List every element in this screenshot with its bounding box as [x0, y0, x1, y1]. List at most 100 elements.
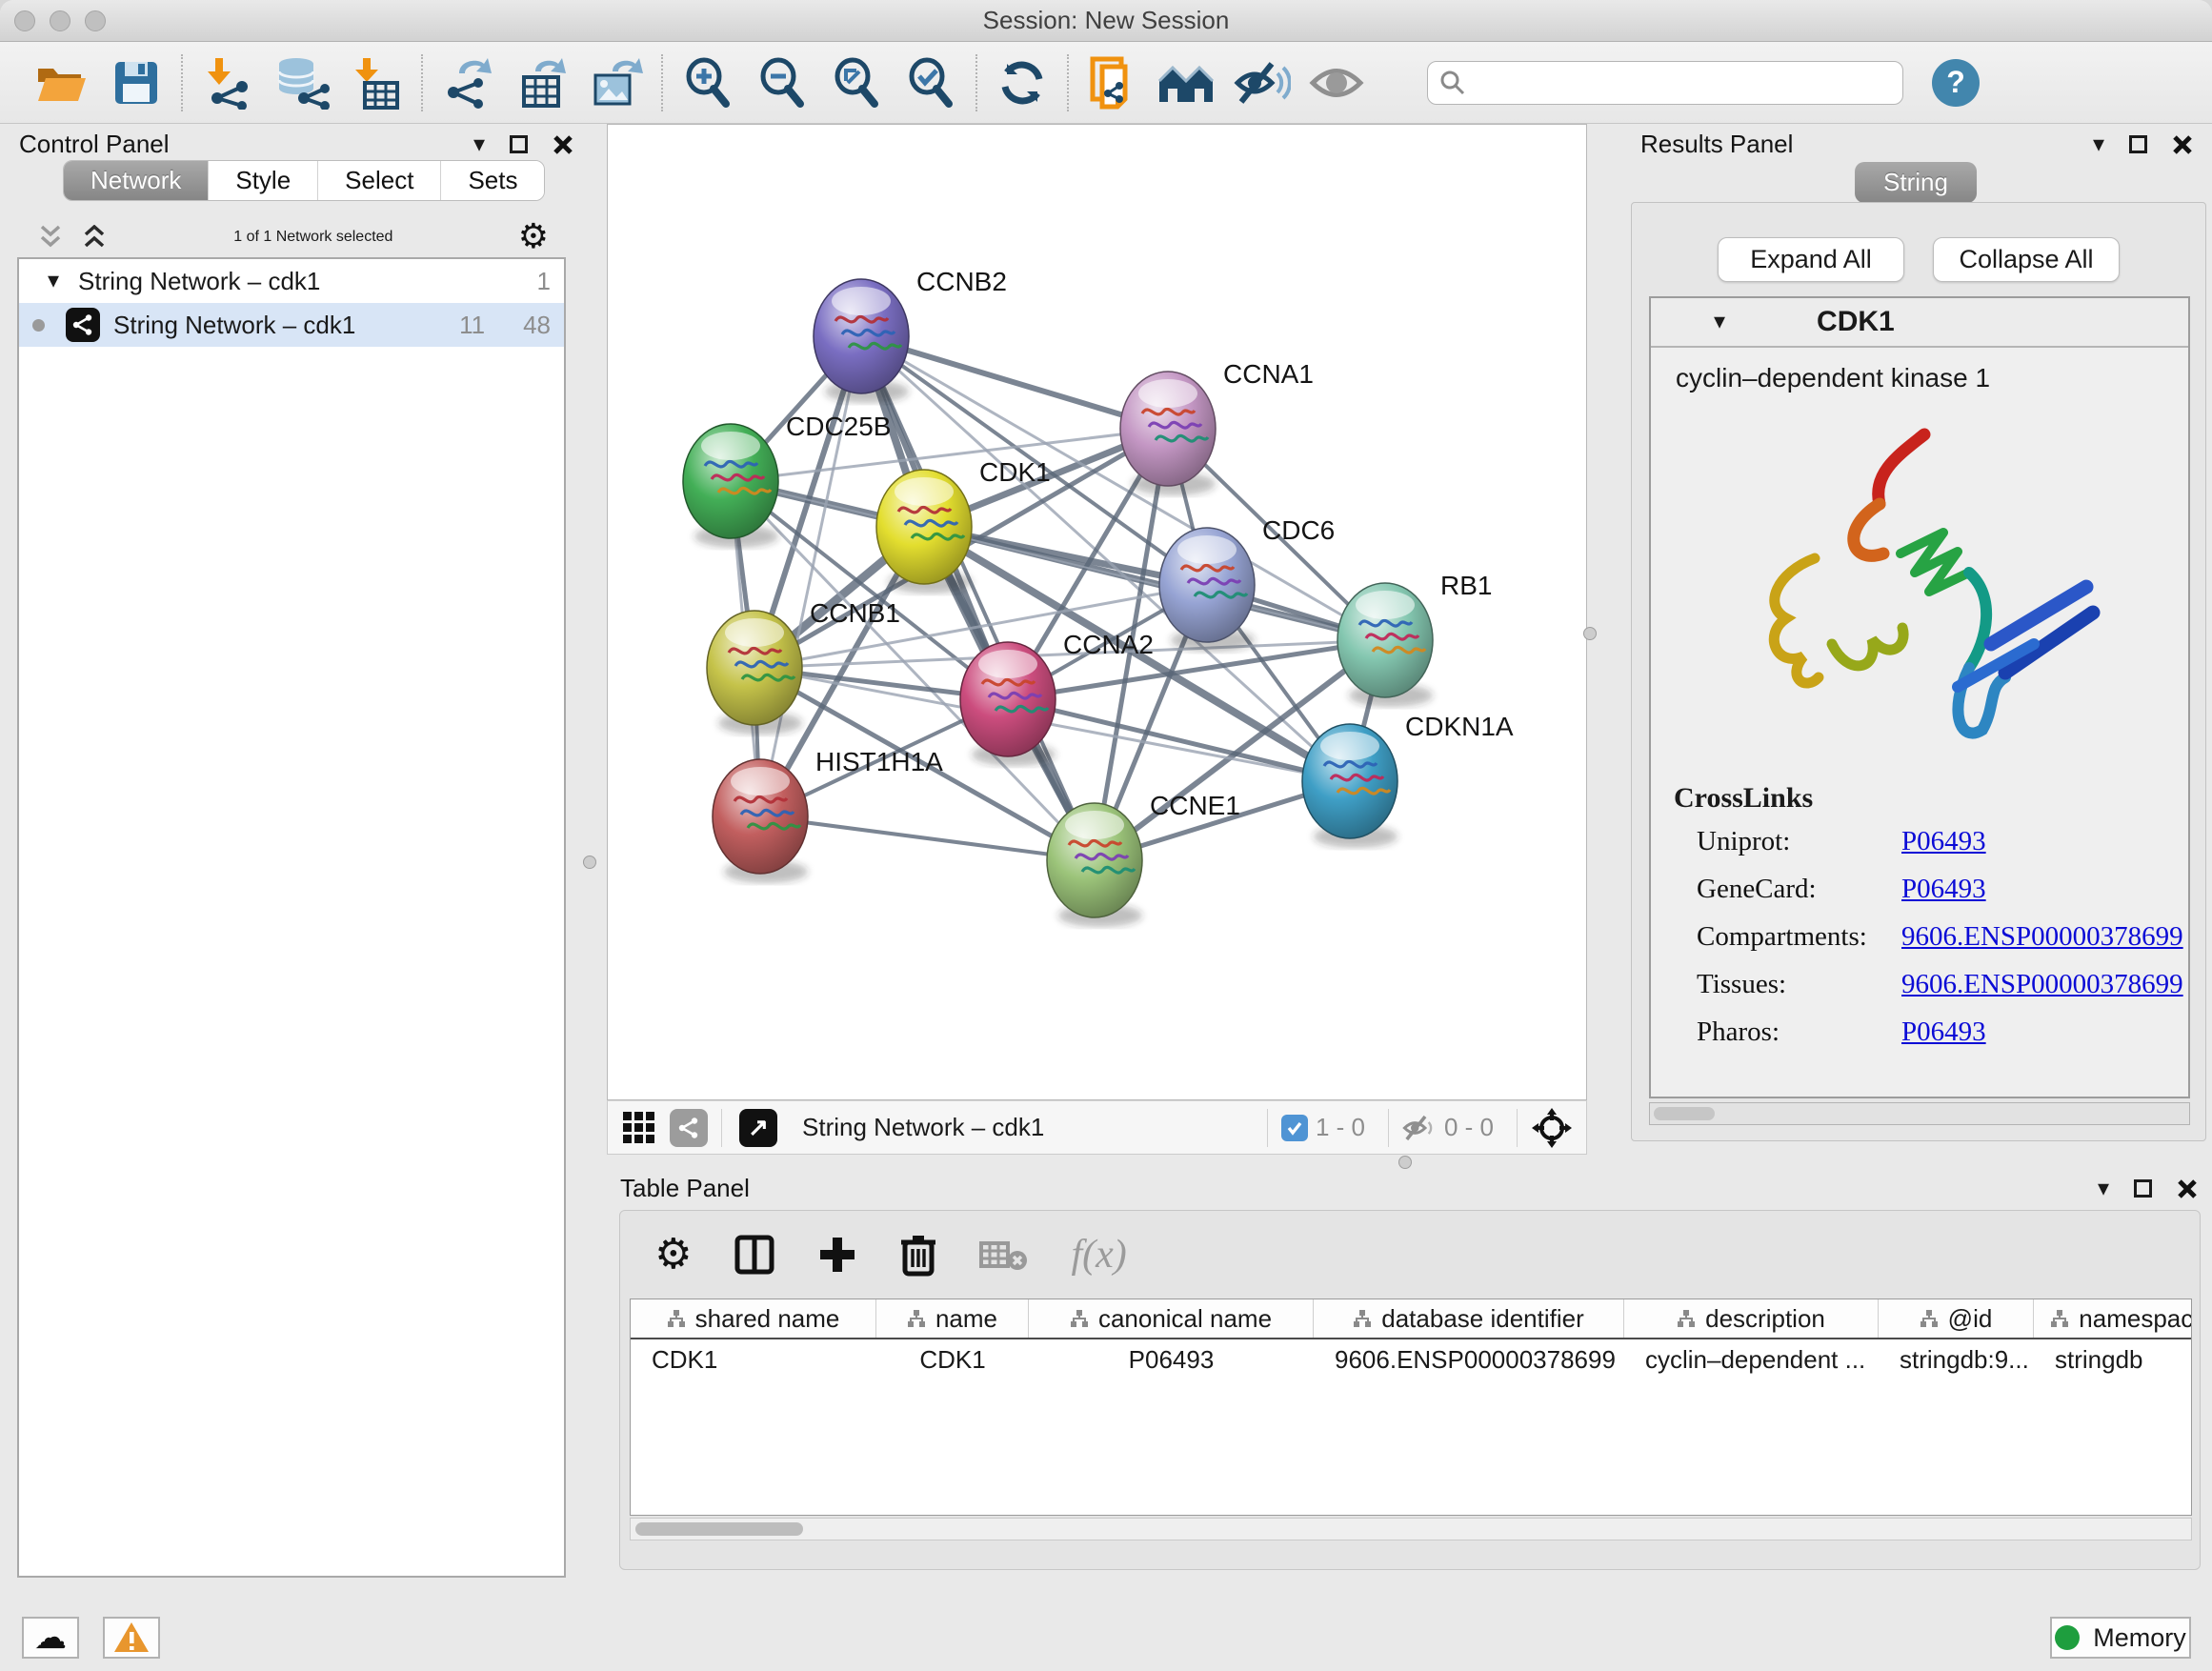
- tab-string[interactable]: String: [1855, 162, 1977, 203]
- preview-eye-button[interactable]: [1299, 52, 1374, 113]
- control-panel-float-icon[interactable]: [510, 135, 528, 153]
- table-cell[interactable]: CDK1: [876, 1339, 1029, 1379]
- collection-name: String Network – cdk1: [78, 267, 320, 296]
- import-table-from-file-button[interactable]: [339, 52, 413, 113]
- gene-header[interactable]: ▾ CDK1: [1651, 298, 2188, 348]
- zoom-out-button[interactable]: [745, 52, 819, 113]
- delete-table-icon[interactable]: [979, 1238, 1029, 1272]
- table-cell[interactable]: cyclin–dependent ...: [1624, 1339, 1879, 1379]
- table-options-gear-icon[interactable]: ⚙: [654, 1234, 692, 1276]
- zoom-fit-content-button[interactable]: [819, 52, 894, 113]
- edge-CCNB2-HIST1H1A[interactable]: [760, 336, 861, 816]
- table-cell[interactable]: stringdb:9...: [1879, 1339, 2034, 1379]
- open-session-button[interactable]: [25, 52, 99, 113]
- add-column-icon[interactable]: [817, 1235, 857, 1275]
- save-session-button[interactable]: [99, 52, 173, 113]
- network-share-icon[interactable]: [670, 1109, 708, 1147]
- crosslink-link[interactable]: P06493: [1901, 1017, 1986, 1048]
- crosslink-link[interactable]: 9606.ENSP00000378699: [1901, 921, 2183, 953]
- open-in-new-window-icon[interactable]: ↗: [739, 1109, 777, 1147]
- crosslink-link[interactable]: P06493: [1901, 874, 1986, 905]
- table-row[interactable]: CDK1CDK1P064939606.ENSP00000378699cyclin…: [631, 1339, 2191, 1379]
- import-network-from-database-button[interactable]: [265, 52, 339, 113]
- network-collection-row[interactable]: ▾ String Network – cdk1 1: [19, 259, 564, 303]
- gene-expander-icon[interactable]: ▾: [1714, 311, 1725, 333]
- string-results-box: Expand All Collapse All ▾ CDK1 cyclin–de…: [1631, 202, 2206, 1141]
- collapse-all-icon[interactable]: [36, 225, 65, 250]
- tab-select[interactable]: Select: [318, 161, 441, 200]
- table-panel-close-icon[interactable]: [2177, 1178, 2198, 1199]
- results-panel-float-icon[interactable]: [2129, 135, 2147, 153]
- zoom-fit-icon: [832, 57, 881, 109]
- collection-expander-icon[interactable]: ▾: [48, 270, 59, 292]
- export-network-button[interactable]: [431, 52, 505, 113]
- function-builder-icon[interactable]: f(x): [1071, 1232, 1126, 1278]
- zoom-in-button[interactable]: [671, 52, 745, 113]
- node-HIST1H1A[interactable]: HIST1H1A: [713, 747, 943, 883]
- node-CCNE1[interactable]: CCNE1: [1047, 791, 1240, 927]
- node-CDKN1A[interactable]: CDKN1A: [1302, 712, 1514, 848]
- collapse-all-button[interactable]: Collapse All: [1933, 237, 2120, 282]
- horizontal-splitter-handle[interactable]: [1398, 1156, 1412, 1169]
- birdseye-navigator-icon[interactable]: [1531, 1107, 1573, 1149]
- table-scrollbar[interactable]: [630, 1518, 2192, 1540]
- network-canvas[interactable]: CCNB2CCNA1CDC25BCDK1CDC6RB1CCNB1CCNA2CDK…: [607, 124, 1587, 1100]
- results-panel-close-icon[interactable]: [2172, 134, 2193, 155]
- node-label-CCNE1: CCNE1: [1150, 791, 1240, 820]
- column-header-namespace[interactable]: namespace: [2034, 1299, 2192, 1338]
- refresh-view-button[interactable]: [985, 52, 1059, 113]
- crosslink-label: Compartments:: [1697, 921, 1901, 953]
- clone-network-button[interactable]: [1076, 52, 1151, 113]
- tab-style[interactable]: Style: [209, 161, 318, 200]
- delete-column-icon[interactable]: [899, 1233, 937, 1277]
- node-CDC6[interactable]: CDC6: [1159, 515, 1335, 652]
- column-header-shared-name[interactable]: shared name: [631, 1299, 876, 1338]
- tab-sets[interactable]: Sets: [441, 161, 544, 200]
- string-home-button[interactable]: [1151, 52, 1225, 113]
- help-button[interactable]: ?: [1932, 59, 1980, 107]
- control-panel-collapse-icon[interactable]: ▾: [473, 133, 485, 156]
- search-input[interactable]: [1466, 70, 1876, 96]
- table-cell[interactable]: P06493: [1029, 1339, 1314, 1379]
- column-header--id[interactable]: @id: [1879, 1299, 2034, 1338]
- zoom-selected-button[interactable]: [894, 52, 968, 113]
- table-cell[interactable]: stringdb: [2034, 1339, 2192, 1379]
- expand-all-button[interactable]: Expand All: [1718, 237, 1904, 282]
- node-RB1[interactable]: RB1: [1337, 571, 1492, 707]
- control-panel-close-icon[interactable]: [553, 134, 573, 155]
- table-panel-collapse-icon[interactable]: ▾: [2098, 1178, 2109, 1200]
- table-panel-float-icon[interactable]: [2134, 1179, 2152, 1198]
- column-header-canonical-name[interactable]: canonical name: [1029, 1299, 1314, 1338]
- cloud-status-button[interactable]: ☁: [22, 1617, 79, 1659]
- crosslink-row: Pharos:P06493: [1674, 1017, 2188, 1048]
- table-cell[interactable]: CDK1: [631, 1339, 876, 1379]
- export-table-icon: [516, 56, 568, 110]
- table-cell[interactable]: 9606.ENSP00000378699: [1314, 1339, 1624, 1379]
- results-scrollbar[interactable]: [1649, 1102, 2190, 1125]
- tab-network[interactable]: Network: [64, 161, 209, 200]
- import-network-from-file-button[interactable]: [191, 52, 265, 113]
- crosslink-link[interactable]: P06493: [1901, 826, 1986, 857]
- show-columns-icon[interactable]: [734, 1234, 775, 1276]
- selected-checkbox-icon[interactable]: [1281, 1115, 1308, 1141]
- export-table-button[interactable]: [505, 52, 579, 113]
- node-label-CCNB1: CCNB1: [810, 598, 900, 628]
- crosslink-link[interactable]: 9606.ENSP00000378699: [1901, 969, 2183, 1000]
- show-hide-graphics-details-button[interactable]: [1225, 52, 1299, 113]
- column-header-database-identifier[interactable]: database identifier: [1314, 1299, 1624, 1338]
- edge-HIST1H1A-CCNE1[interactable]: [760, 816, 1095, 860]
- network-options-gear-icon[interactable]: ⚙: [518, 220, 549, 254]
- export-image-button[interactable]: [579, 52, 654, 113]
- column-header-name[interactable]: name: [876, 1299, 1029, 1338]
- results-panel-collapse-icon[interactable]: ▾: [2093, 133, 2104, 156]
- grid-view-icon[interactable]: [623, 1112, 654, 1143]
- hidden-eye-icon[interactable]: [1402, 1114, 1437, 1142]
- left-splitter-handle[interactable]: [583, 856, 596, 869]
- column-header-description[interactable]: description: [1624, 1299, 1879, 1338]
- network-row[interactable]: String Network – cdk1 11 48: [19, 303, 564, 347]
- right-splitter-handle[interactable]: [1583, 627, 1597, 640]
- node-CDK1[interactable]: CDK1: [876, 457, 1051, 594]
- memory-button[interactable]: Memory: [2050, 1617, 2191, 1659]
- expand-all-icon[interactable]: [80, 225, 109, 250]
- warnings-button[interactable]: [103, 1617, 160, 1659]
